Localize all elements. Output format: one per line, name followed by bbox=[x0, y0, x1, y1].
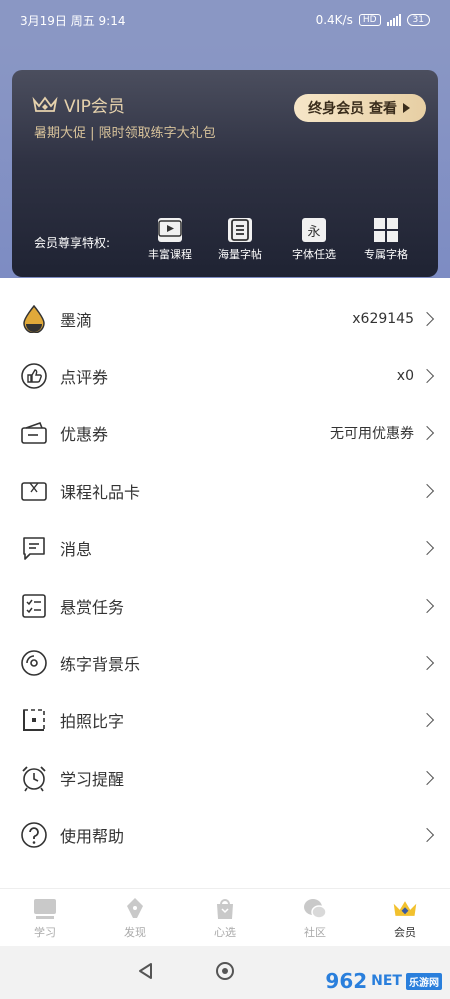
tab-label: 心选 bbox=[214, 925, 236, 939]
vip-title-row: VIP会员 bbox=[32, 92, 125, 117]
tab-label: 发现 bbox=[124, 925, 146, 939]
watermark-suffix: NET bbox=[371, 973, 402, 989]
menu-item-label: 使用帮助 bbox=[60, 827, 125, 847]
privilege-grids[interactable]: 专属字格 bbox=[356, 218, 416, 262]
menu-item-help[interactable]: 使用帮助 bbox=[0, 807, 450, 864]
menu-item-label: 消息 bbox=[60, 540, 93, 560]
ink-drop-icon bbox=[20, 304, 48, 333]
menu-item-bounty-tasks[interactable]: 悬赏任务 bbox=[0, 577, 450, 634]
privilege-courses[interactable]: 丰富课程 bbox=[140, 218, 200, 262]
pen-icon bbox=[122, 896, 148, 922]
menu-item-ink-drops[interactable]: 墨滴 x629145 bbox=[0, 290, 450, 347]
menu-list: 墨滴 x629145 点评券 x0 优惠券 无可用优惠券 课程礼品卡 消息 悬赏… bbox=[0, 290, 450, 864]
menu-item-review-vouchers[interactable]: 点评券 x0 bbox=[0, 347, 450, 404]
tab-community[interactable]: 社区 bbox=[270, 889, 360, 946]
chevron-right-icon bbox=[419, 713, 435, 728]
chevron-right-icon bbox=[419, 655, 435, 671]
status-right: 0.4K/s HD 31 bbox=[316, 13, 430, 27]
crown-icon bbox=[32, 96, 58, 112]
chat-icon bbox=[302, 896, 328, 922]
watermark-brand: 962 bbox=[325, 969, 368, 993]
gift-card-icon bbox=[20, 477, 48, 505]
document-icon bbox=[228, 218, 252, 242]
network-speed: 0.4K/s bbox=[315, 13, 353, 27]
menu-item-photo-compare[interactable]: 拍照比字 bbox=[0, 692, 450, 749]
privilege-label: 海量字帖 bbox=[218, 248, 262, 261]
menu-item-coupons[interactable]: 优惠券 无可用优惠券 bbox=[0, 405, 450, 462]
menu-item-value: x629145 bbox=[352, 310, 414, 327]
menu-item-background-music[interactable]: 练字背景乐 bbox=[0, 634, 450, 691]
menu-item-gift-card[interactable]: 课程礼品卡 bbox=[0, 462, 450, 519]
privileges-label: 会员尊享特权: bbox=[34, 236, 111, 250]
privilege-fonts[interactable]: 永 字体任选 bbox=[284, 218, 344, 262]
lifetime-member-button[interactable]: 终身会员 查看 bbox=[294, 94, 426, 122]
watermark-logo: 962 NET 乐游网 bbox=[325, 969, 442, 993]
arrow-right-icon bbox=[403, 103, 410, 113]
video-icon bbox=[158, 218, 182, 242]
chevron-right-icon bbox=[419, 828, 435, 843]
chevron-right-icon bbox=[419, 369, 435, 384]
menu-item-label: 墨滴 bbox=[60, 310, 93, 330]
yong-character-icon: 永 bbox=[302, 218, 326, 242]
hd-badge: HD bbox=[358, 14, 381, 26]
task-list-icon bbox=[20, 592, 48, 620]
help-icon bbox=[20, 821, 48, 849]
menu-item-label: 点评券 bbox=[60, 368, 109, 388]
menu-item-label: 拍照比字 bbox=[60, 712, 125, 732]
menu-item-value: 无可用优惠券 bbox=[330, 426, 414, 443]
chevron-right-icon bbox=[419, 483, 435, 498]
camera-frame-icon bbox=[20, 706, 48, 734]
tab-label: 会员 bbox=[394, 925, 416, 939]
home-icon[interactable] bbox=[215, 961, 235, 985]
menu-item-messages[interactable]: 消息 bbox=[0, 520, 450, 577]
thumbs-up-icon bbox=[20, 362, 48, 390]
tab-label: 学习 bbox=[34, 925, 56, 939]
tab-label: 社区 bbox=[304, 925, 326, 939]
menu-item-label: 学习提醒 bbox=[60, 769, 125, 789]
status-time: 3月19日 周五 9:14 bbox=[20, 13, 126, 28]
menu-item-label: 优惠券 bbox=[60, 425, 109, 445]
chevron-right-icon bbox=[419, 426, 435, 441]
menu-item-value: x0 bbox=[396, 368, 414, 385]
watermark-sub: 乐游网 bbox=[406, 972, 442, 990]
chevron-right-icon bbox=[419, 311, 435, 326]
tab-discover[interactable]: 发现 bbox=[90, 889, 180, 946]
privilege-label: 字体任选 bbox=[292, 248, 336, 261]
privilege-copybooks[interactable]: 海量字帖 bbox=[210, 218, 270, 262]
vip-title: VIP会员 bbox=[64, 97, 125, 117]
bag-icon bbox=[212, 896, 238, 922]
chevron-right-icon bbox=[419, 770, 435, 785]
coupon-icon bbox=[20, 419, 48, 447]
signal-icon bbox=[386, 14, 401, 26]
chevron-right-icon bbox=[419, 541, 435, 556]
back-icon[interactable] bbox=[137, 962, 155, 984]
vip-promo-text: 暑期大促 | 限时领取练字大礼包 bbox=[34, 126, 216, 141]
bottom-tab-bar: 学习 发现 心选 社区 会员 bbox=[0, 888, 450, 946]
grid-icon bbox=[374, 218, 398, 242]
tab-selection[interactable]: 心选 bbox=[180, 889, 270, 946]
music-disc-icon bbox=[20, 649, 48, 677]
system-nav-bar: 962 NET 乐游网 bbox=[0, 946, 450, 999]
learn-icon bbox=[32, 896, 58, 922]
menu-item-study-reminder[interactable]: 学习提醒 bbox=[0, 749, 450, 806]
menu-item-label: 练字背景乐 bbox=[60, 655, 141, 675]
menu-item-label: 悬赏任务 bbox=[60, 597, 125, 617]
lifetime-member-label: 终身会员 查看 bbox=[308, 101, 397, 117]
tab-member[interactable]: 会员 bbox=[360, 889, 450, 946]
menu-item-label: 课程礼品卡 bbox=[60, 482, 141, 502]
privilege-label: 专属字格 bbox=[364, 248, 408, 261]
crown-icon bbox=[392, 896, 418, 922]
vip-card[interactable]: VIP会员 暑期大促 | 限时领取练字大礼包 终身会员 查看 会员尊享特权: 丰… bbox=[12, 70, 438, 277]
message-icon bbox=[20, 534, 48, 562]
battery-icon: 31 bbox=[406, 14, 430, 26]
privilege-label: 丰富课程 bbox=[148, 248, 192, 261]
status-bar: 3月19日 周五 9:14 0.4K/s HD 31 bbox=[0, 0, 450, 40]
alarm-clock-icon bbox=[20, 764, 48, 792]
chevron-right-icon bbox=[419, 598, 435, 613]
tab-learn[interactable]: 学习 bbox=[0, 889, 90, 946]
